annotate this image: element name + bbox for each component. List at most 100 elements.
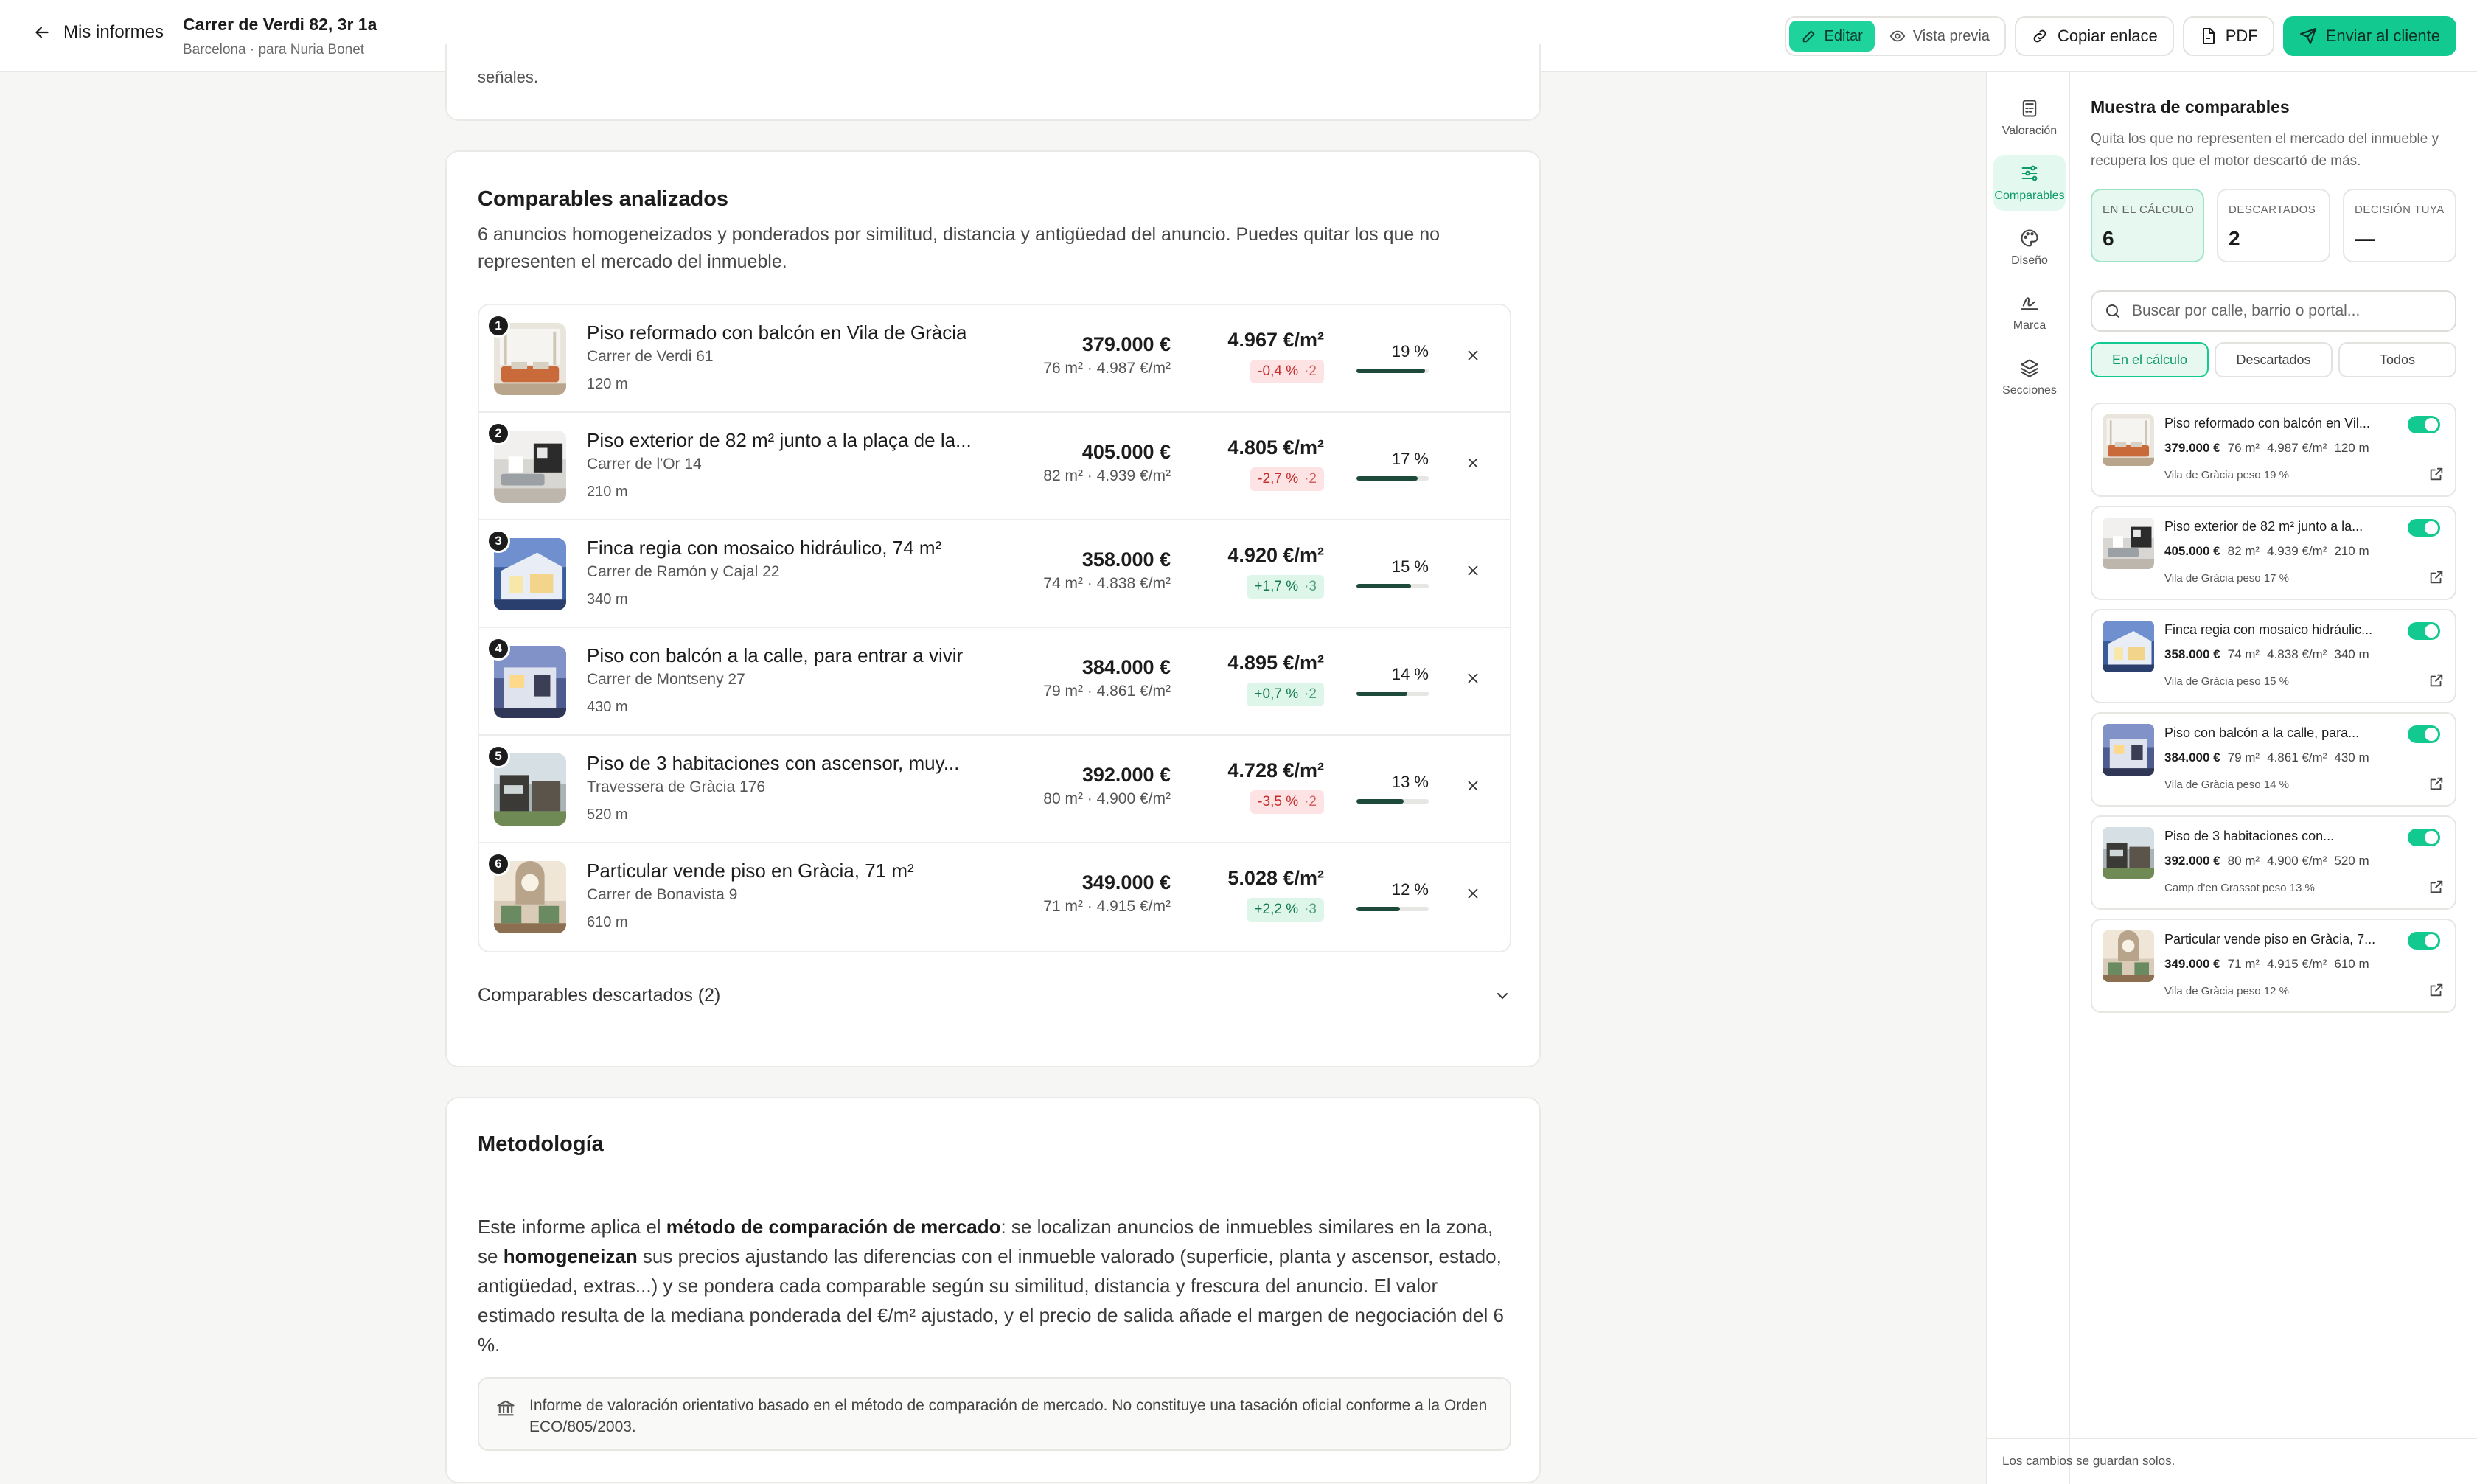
remove-comparable-button[interactable] xyxy=(1463,883,1483,904)
remove-comparable-button[interactable] xyxy=(1463,668,1483,689)
comparable-price: 405.000 € xyxy=(1081,441,1171,463)
send-label: Enviar al cliente xyxy=(2325,27,2440,45)
panel-tabs: En el cálculo Descartados Todos xyxy=(2091,342,2456,377)
comparable-title: Piso reformado con balcón en Vila de Grà… xyxy=(587,321,967,344)
comparable-price: 358.000 € xyxy=(1081,548,1171,571)
include-toggle[interactable] xyxy=(2408,829,2440,846)
panel-comparable-figures: 384.000 € 79 m² 4.861 €/m² 430 m xyxy=(2164,750,2377,765)
panel-comparable-distance: 430 m xyxy=(2334,750,2369,764)
search-icon xyxy=(2106,304,2119,318)
include-toggle[interactable] xyxy=(2408,725,2440,743)
comparable-weight: 19 % xyxy=(1391,342,1429,360)
panel-comparable-card: Piso reformado con balcón en Vil... 379.… xyxy=(2091,403,2456,497)
close-icon xyxy=(1468,565,1478,576)
comparable-weight-bar xyxy=(1356,476,1429,481)
rail-item-valoracion[interactable]: Valoración xyxy=(1993,90,2066,146)
weight-bar-fill xyxy=(1356,907,1400,911)
comparable-distance: 120 m xyxy=(587,376,628,392)
include-toggle[interactable] xyxy=(2408,932,2440,950)
comparable-adjustment-badge: -3,5 % ·2 xyxy=(1250,790,1324,814)
close-icon xyxy=(1468,888,1478,899)
external-link-icon[interactable] xyxy=(2428,569,2445,585)
search-input[interactable] xyxy=(2132,302,2442,320)
comparable-surface: 76 m² · 4.987 €/m² xyxy=(1043,360,1171,377)
rail-item-diseno[interactable]: Diseño xyxy=(1993,220,2066,276)
mode-preview-button[interactable]: Vista previa xyxy=(1878,21,2002,52)
remove-comparable-button[interactable] xyxy=(1463,453,1483,473)
discarded-toggle[interactable]: Comparables descartados (2) xyxy=(478,985,1511,1006)
stat-discarded[interactable]: DESCARTADOS 2 xyxy=(2217,189,2330,262)
comparable-weight: 15 % xyxy=(1391,557,1429,576)
comparable-address: Travessera de Gràcia 176 xyxy=(587,778,766,795)
comparable-surface: 80 m² · 4.900 €/m² xyxy=(1043,790,1171,807)
adjustment-percent: -0,4 % xyxy=(1258,363,1299,379)
palette-icon xyxy=(2021,229,2038,247)
disclaimer-text: Informe de valoración orientativo basado… xyxy=(529,1397,1488,1435)
panel-comparable-surface: 80 m² xyxy=(2227,854,2260,868)
copy-link-button[interactable]: Copiar enlace xyxy=(2014,16,2174,56)
chevron-down-icon xyxy=(1497,992,1508,999)
weight-bar-fill xyxy=(1356,692,1407,696)
rail-item-marca[interactable]: Marca xyxy=(1993,285,2066,341)
remove-comparable-button[interactable] xyxy=(1463,560,1483,581)
stat-in-calculation[interactable]: EN EL CÁLCULO 6 xyxy=(2091,189,2204,262)
comparable-adjustment-badge: +2,2 % ·3 xyxy=(1247,898,1324,922)
panel-comparable-distance: 120 m xyxy=(2334,441,2369,455)
adjustment-percent: +0,7 % xyxy=(1254,686,1299,702)
mode-edit-button[interactable]: Editar xyxy=(1788,21,1875,52)
panel-comparable-surface: 76 m² xyxy=(2227,441,2260,455)
comparable-price: 349.000 € xyxy=(1081,871,1171,893)
stat-your-decision[interactable]: DECISIÓN TUYA — xyxy=(2343,189,2456,262)
mode-preview-label: Vista previa xyxy=(1912,27,1990,44)
include-toggle[interactable] xyxy=(2408,416,2440,433)
panel-comparable-figures: 358.000 € 74 m² 4.838 €/m² 340 m xyxy=(2164,647,2377,662)
panel-comparable-title: Particular vende piso en Gràcia, 7... xyxy=(2164,932,2376,947)
external-link-icon[interactable] xyxy=(2428,672,2445,689)
external-link-icon[interactable] xyxy=(2428,466,2445,482)
external-link-icon[interactable] xyxy=(2428,776,2445,792)
remove-comparable-button[interactable] xyxy=(1463,776,1483,796)
send-to-client-button[interactable]: Enviar al cliente xyxy=(2282,16,2456,56)
comparable-price: 392.000 € xyxy=(1081,764,1171,786)
comparables-search xyxy=(2091,290,2456,332)
comparables-card: Comparables analizados 6 anuncios homoge… xyxy=(445,150,1541,1067)
meth-text-b: método de comparación de mercado xyxy=(666,1216,1001,1238)
adjustment-percent: +1,7 % xyxy=(1254,579,1299,594)
rail-item-label: Marca xyxy=(2013,319,2046,332)
comparable-weight: 14 % xyxy=(1391,665,1429,683)
pdf-label: PDF xyxy=(2225,27,2258,45)
weight-bar-fill xyxy=(1356,799,1404,804)
comparable-row: 2 Piso exterior de 82 m² junto a la plaç… xyxy=(479,413,1510,520)
signature-icon xyxy=(2021,297,2038,310)
remove-comparable-button[interactable] xyxy=(1463,345,1483,366)
external-link-icon[interactable] xyxy=(2428,879,2445,895)
back-link[interactable]: Mis informes xyxy=(32,22,164,43)
tab-in-calculation[interactable]: En el cálculo xyxy=(2091,342,2209,377)
rail-item-label: Diseño xyxy=(2011,254,2048,267)
section-rail: Valoración Comparables Diseño Marca Secc… xyxy=(1986,72,2070,1484)
disclaimer-note: Informe de valoración orientativo basado… xyxy=(478,1377,1511,1451)
comparable-weight: 17 % xyxy=(1391,450,1429,468)
close-icon xyxy=(1468,673,1478,683)
panel-comparable-distance: 340 m xyxy=(2334,647,2369,661)
methodology-text: Este informe aplica el método de compara… xyxy=(478,1212,1510,1359)
external-link-icon[interactable] xyxy=(2428,982,2445,998)
tab-discarded[interactable]: Descartados xyxy=(2215,342,2333,377)
panel-comparable-zone: Vila de Gràcia peso 19 % xyxy=(2164,469,2289,481)
pdf-button[interactable]: PDF xyxy=(2182,16,2274,56)
meth-text-a: Este informe aplica el xyxy=(478,1216,666,1238)
mode-edit-label: Editar xyxy=(1824,27,1863,44)
rail-item-secciones[interactable]: Secciones xyxy=(1993,349,2066,405)
panel-comparable-price: 384.000 € xyxy=(2164,750,2220,764)
include-toggle[interactable] xyxy=(2408,622,2440,640)
panel-comparable-figures: 349.000 € 71 m² 4.915 €/m² 610 m xyxy=(2164,957,2377,972)
comparable-title: Particular vende piso en Gràcia, 71 m² xyxy=(587,860,914,882)
panel-title: Muestra de comparables xyxy=(2091,97,2290,116)
comparable-adjusted-price-per-m2: 4.920 €/m² xyxy=(1227,544,1324,566)
panel-comparable-card: Finca regia con mosaico hidráulic... 358… xyxy=(2091,609,2456,703)
include-toggle[interactable] xyxy=(2408,519,2440,537)
tab-all[interactable]: Todos xyxy=(2338,342,2456,377)
rail-item-comparables[interactable]: Comparables xyxy=(1993,155,2066,211)
panel-comparable-price-per-m2: 4.861 €/m² xyxy=(2267,750,2327,764)
comparable-distance: 210 m xyxy=(587,484,628,500)
